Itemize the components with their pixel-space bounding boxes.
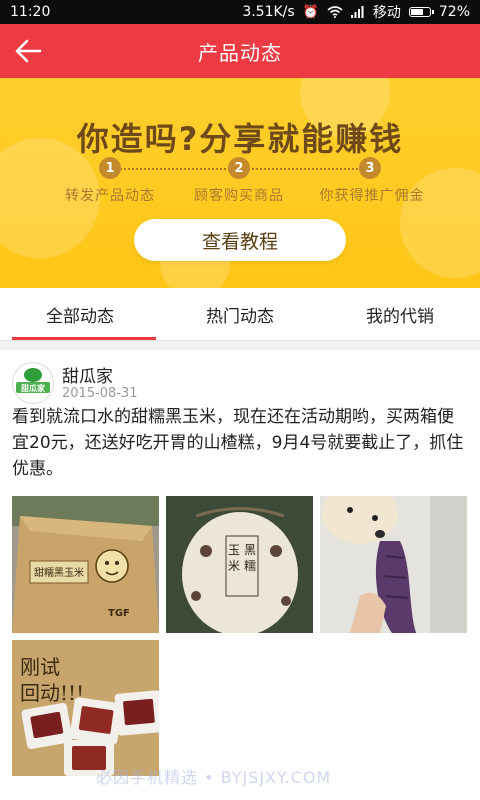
step-3-label: 你获得推广佣金 [319, 188, 425, 204]
post-photo-4[interactable]: 刚试回动!!! [12, 640, 159, 776]
status-time: 11:20 [10, 4, 51, 20]
post-photo-2[interactable]: 黑糯玉米 [166, 496, 313, 633]
post-author[interactable]: 甜瓜家 [62, 362, 113, 387]
step-2-badge: 2 [228, 157, 250, 179]
arrow-left-icon [15, 39, 42, 63]
network-speed: 3.51K/s [242, 4, 295, 20]
box-brand: TGF [108, 608, 130, 619]
tab-all-updates[interactable]: 全部动态 [0, 288, 160, 340]
tab-my-consignment[interactable]: 我的代销 [320, 288, 480, 340]
view-tutorial-button[interactable]: 查看教程 [134, 219, 346, 261]
post-text: 看到就流口水的甜糯黑玉米，现在还在活动期哟，买两箱便宜20元，还送好吃开胃的山楂… [12, 407, 464, 479]
signal-icon [350, 6, 364, 18]
watermark: 必因手机精选 • BYJSJXY.COM [96, 768, 332, 787]
alarm-icon: ⏰ [302, 4, 319, 20]
step-3-badge: 3 [359, 157, 381, 179]
post-photo-1[interactable]: 甜糯黑玉米 TGF [12, 496, 159, 633]
status-indicators: 3.51K/s ⏰ 移动 72% [242, 2, 470, 22]
box-text: 甜糯黑玉米 [34, 566, 84, 579]
tab-hot-updates[interactable]: 热门动态 [160, 288, 320, 340]
post-date: 2015-08-31 [62, 386, 138, 401]
feed-post[interactable]: 甜瓜家 甜瓜家 2015-08-31 看到就流口水的甜糯黑玉米，现在还在活动期哟… [0, 350, 480, 800]
page-title: 产品动态 [198, 40, 282, 65]
carrier-name: 移动 [372, 5, 401, 21]
avatar[interactable]: 甜瓜家 [12, 362, 54, 404]
shop-logo-icon: 甜瓜家 [16, 368, 50, 393]
status-bar: 11:20 3.51K/s ⏰ 移动 72% [0, 0, 480, 24]
step-1-badge: 1 [99, 157, 121, 179]
banner-headline: 你造吗?分享就能赚钱 [76, 120, 404, 158]
avatar-text: 甜瓜家 [21, 383, 46, 393]
tab-bar: 全部动态 热门动态 我的代销 [0, 288, 480, 341]
battery-percent: 72% [438, 4, 470, 20]
battery-icon [408, 7, 434, 17]
back-button[interactable] [8, 31, 48, 71]
wifi-icon [327, 6, 343, 18]
step-1-label: 转发产品动态 [65, 188, 155, 204]
app-header: 产品动态 [0, 24, 480, 78]
promo-banner: 你造吗?分享就能赚钱 1 2 3 转发产品动态 顾客购买商品 你获得推广佣金 查… [0, 78, 480, 288]
step-2-label: 顾客购买商品 [194, 188, 284, 204]
post-photo-3[interactable] [320, 496, 467, 633]
